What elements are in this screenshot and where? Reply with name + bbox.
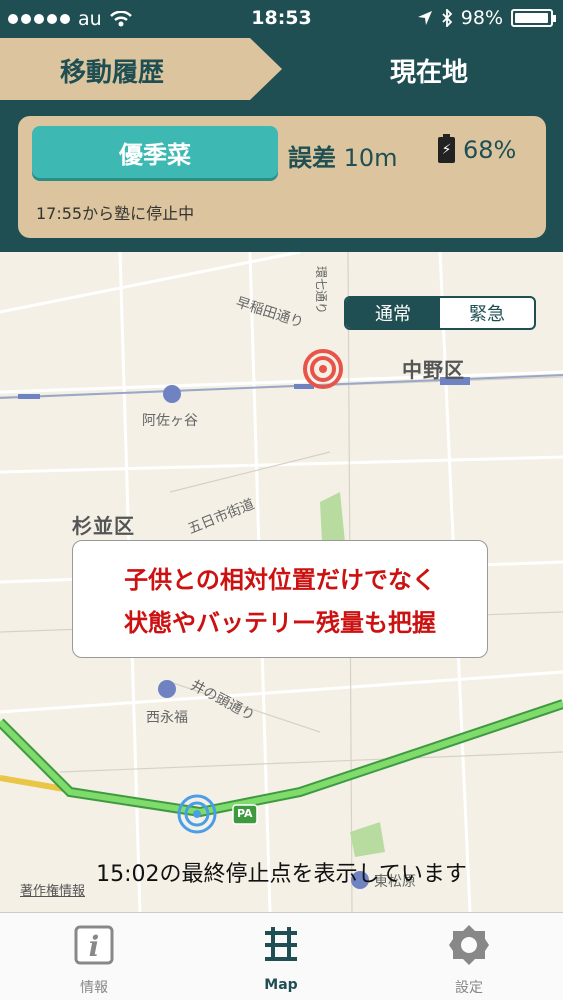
accuracy-value: 10m xyxy=(343,144,398,172)
pa-badge: PA xyxy=(237,807,253,820)
child-battery: ⚡ 68% xyxy=(438,134,517,164)
road-label-kannana: 環七通り xyxy=(314,266,328,315)
svg-text:i: i xyxy=(89,930,100,963)
ward-label-suginami: 杉並区 xyxy=(72,514,135,538)
bottom-tab-bar: i 情報 Map 設定 xyxy=(0,912,563,1000)
map-view[interactable]: 早稲田通り 阿佐ヶ谷 中野区 杉並区 五日市街道 井の頭通り 西永福 東松原 環… xyxy=(0,252,563,912)
header-tabs: 移動履歴 現在地 xyxy=(0,38,563,100)
station-label-asagaya: 阿佐ヶ谷 xyxy=(142,413,198,429)
tab-current-location[interactable]: 現在地 xyxy=(282,38,563,100)
child-info-panel: 優季菜 誤差 10m ⚡ 68% 17:55から塾に停止中 xyxy=(18,116,546,238)
tab-map[interactable]: Map xyxy=(221,923,341,993)
tab-settings[interactable]: 設定 xyxy=(409,923,529,997)
station-label-nishieifuku: 西永福 xyxy=(146,710,188,726)
tab-history[interactable]: 移動履歴 xyxy=(0,38,282,100)
feature-callout: 子供との相対位置だけでなく 状態やバッテリー残量も把握 xyxy=(72,540,488,658)
charging-battery-icon: ⚡ xyxy=(438,134,455,163)
status-bar: au 18:53 98% xyxy=(0,0,563,38)
stop-status: 17:55から塾に停止中 xyxy=(36,204,195,223)
battery-percent: 98% xyxy=(460,7,503,29)
callout-line-1: 子供との相対位置だけでなく xyxy=(124,566,436,594)
mode-emergency-button[interactable]: 緊急 xyxy=(440,298,534,328)
map-icon xyxy=(265,927,297,961)
callout-line-2: 状態やバッテリー残量も把握 xyxy=(124,609,436,637)
mode-toggle: 通常 緊急 xyxy=(344,296,536,330)
ward-label-nakano: 中野区 xyxy=(402,358,465,382)
gear-icon xyxy=(449,925,489,965)
mode-normal-button[interactable]: 通常 xyxy=(346,298,440,328)
tab-info[interactable]: i 情報 xyxy=(34,923,154,997)
bluetooth-icon xyxy=(442,9,453,27)
location-arrow-icon xyxy=(417,11,432,25)
child-battery-percent: 68% xyxy=(463,136,517,164)
battery-icon xyxy=(511,9,556,27)
info-icon: i xyxy=(74,925,114,965)
accuracy-title: 誤差 xyxy=(288,144,336,172)
accuracy-label: 誤差 10m xyxy=(288,138,398,173)
copyright-link[interactable]: 著作権情報 xyxy=(20,880,85,899)
child-name-button[interactable]: 優季菜 xyxy=(32,126,278,178)
